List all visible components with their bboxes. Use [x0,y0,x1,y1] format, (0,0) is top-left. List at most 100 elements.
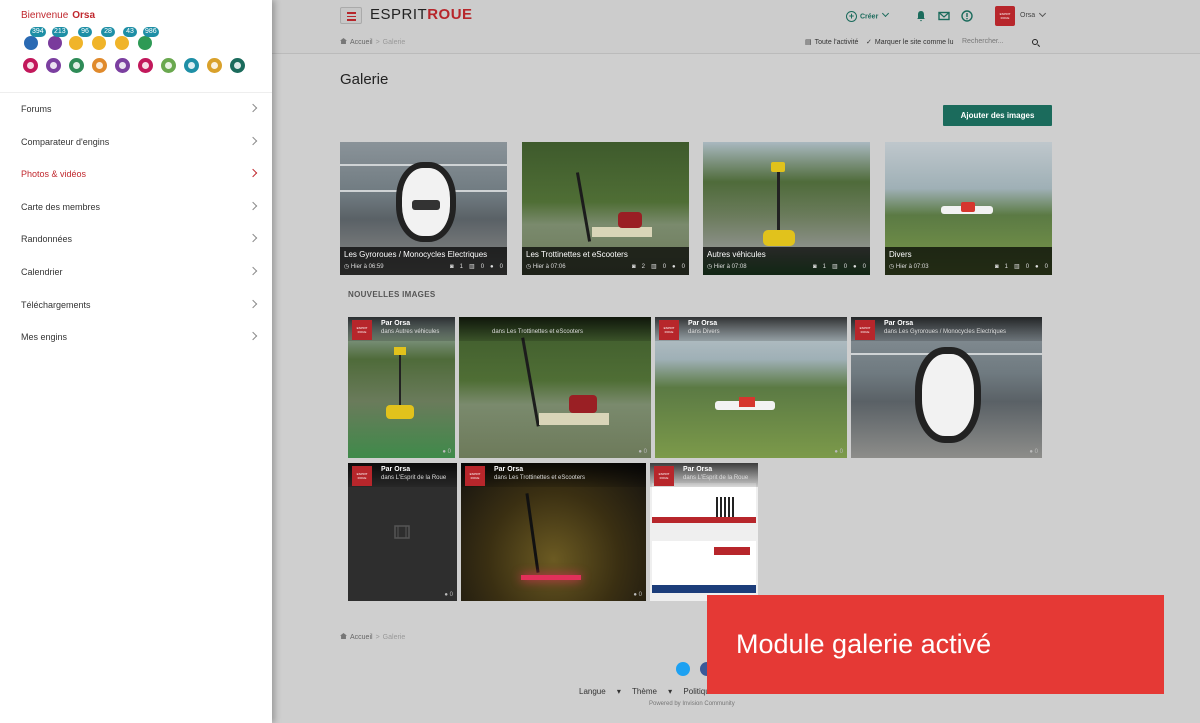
author-avatar[interactable]: ESPRIT ROUE [654,466,674,486]
image-tile[interactable]: dans Les Trottinettes et eScooters ● 0 [459,317,651,458]
menu-item-randonnees[interactable]: Randonnées [0,223,272,256]
menu-item-calendrier[interactable]: Calendrier [0,256,272,289]
language-menu[interactable]: Langue ▾ [579,687,621,696]
author-avatar[interactable]: ESPRIT ROUE [855,320,875,340]
heart-reaction-icon[interactable] [24,36,38,50]
confused-reaction-icon[interactable] [115,36,129,50]
tile-comment-count: ● 0 [1029,449,1038,455]
tile-author[interactable]: Par Orsa [683,466,712,473]
tile-album[interactable]: dans Les Trottinettes et eScooters [492,329,583,335]
author-avatar[interactable]: ESPRIT ROUE [465,466,485,486]
welcome-username[interactable]: Orsa [72,10,95,21]
wow-reaction-icon[interactable] [92,36,106,50]
video-film-icon [394,525,410,539]
mark-site-read-link[interactable]: ✓ Marquer le site comme lu [866,38,953,46]
page-title: Galerie [340,71,389,88]
tile-header: dans Les Trottinettes et eScooters [459,317,651,341]
album-stats: ◙ 1 ▥ 0 ● 0 [995,264,1048,270]
badge-ring-icon[interactable] [115,58,130,73]
album-title[interactable]: Divers [889,250,912,259]
chevron-down-icon[interactable] [1038,9,1047,18]
create-button[interactable]: + Créer [846,10,890,22]
album-icon: ▥ [1014,264,1020,270]
album-card[interactable]: Les Gyroroues / Monocycles Electriques ◷… [340,142,507,275]
breadcrumb-home-link[interactable]: Accueil [350,39,373,46]
reaction-count: 96 [78,27,92,37]
tile-album[interactable]: dans L'Esprit de la Roue [683,475,748,481]
author-avatar[interactable]: ESPRIT ROUE [659,320,679,340]
badge-upload-icon[interactable] [161,58,176,73]
breadcrumb: Accueil > Galerie [340,38,405,46]
thumbs-up-reaction-icon[interactable] [138,36,152,50]
twitter-icon[interactable] [676,662,690,676]
search-icon[interactable] [1032,39,1038,45]
image-tile[interactable]: ESPRIT ROUE Par Orsa dans Les Trottinett… [461,463,646,601]
tile-header: ESPRIT ROUE Par Orsa dans Autres véhicul… [348,317,455,341]
menu-item-label: Photos & vidéos [21,169,87,180]
image-tile[interactable]: ESPRIT ROUE Par Orsa dans Autres véhicul… [348,317,455,458]
album-stats: ◙ 1 ▥ 0 ● 0 [813,264,866,270]
user-menu-name[interactable]: Orsa [1020,12,1035,19]
welcome-text: Bienvenue Orsa [21,10,96,21]
search-input[interactable]: Rechercher... [962,34,1042,50]
album-card[interactable]: Divers ◷ Hier à 07:03 ◙ 1 ▥ 0 ● 0 [885,142,1052,275]
tile-album[interactable]: dans Autres véhicules [381,329,439,335]
tile-author[interactable]: Par Orsa [884,320,913,327]
image-tile[interactable]: ESPRIT ROUE Par Orsa dans Divers ● 0 [655,317,847,458]
album-caption: Les Trottinettes et eScooters ◷ Hier à 0… [522,247,689,275]
envelope-icon[interactable] [938,10,950,22]
tile-author[interactable]: Par Orsa [381,466,410,473]
image-tile[interactable]: ESPRIT ROUE Par Orsa dans Les Gyroroues … [851,317,1042,458]
chevron-right-icon [248,103,258,113]
badge-gift-icon[interactable] [207,58,222,73]
theme-menu[interactable]: Thème ▾ [632,687,672,696]
album-title[interactable]: Les Trottinettes et eScooters [526,250,628,259]
add-images-button[interactable]: Ajouter des images [943,105,1052,126]
menu-item-photos-videos[interactable]: Photos & vidéos [0,158,272,191]
menu-item-forums[interactable]: Forums [0,93,272,126]
album-title[interactable]: Autres véhicules [707,250,766,259]
menu-item-comparateur[interactable]: Comparateur d'engins [0,126,272,159]
badge-star-icon[interactable] [46,58,61,73]
badge-heart-icon[interactable] [23,58,38,73]
image-tile[interactable]: ESPRIT ROUE Par Orsa dans L'Esprit de la… [650,463,758,601]
reaction-count: 394 [30,27,46,37]
tile-album[interactable]: dans L'Esprit de la Roue [381,475,446,481]
tile-album[interactable]: dans Divers [688,329,720,335]
trophy-reaction-icon[interactable] [48,36,62,50]
all-activity-link[interactable]: ▤ Toute l'activité [805,38,858,46]
tile-author[interactable]: Par Orsa [688,320,717,327]
badge-person-icon[interactable] [92,58,107,73]
camera-icon: ◙ [632,264,636,270]
reaction-count: 986 [143,27,159,37]
album-title[interactable]: Les Gyroroues / Monocycles Electriques [344,250,487,259]
tile-author[interactable]: Par Orsa [381,320,410,327]
menu-item-telechargements[interactable]: Téléchargements [0,289,272,322]
tile-album[interactable]: dans Les Gyroroues / Monocycles Electriq… [884,329,1006,335]
alert-circle-icon[interactable] [961,10,973,22]
tile-author[interactable]: Par Orsa [494,466,523,473]
comment-icon: ● [853,264,857,270]
album-card[interactable]: Les Trottinettes et eScooters ◷ Hier à 0… [522,142,689,275]
hamburger-menu-button[interactable] [340,7,362,24]
camera-icon: ◙ [450,264,454,270]
author-avatar[interactable]: ESPRIT ROUE [352,320,372,340]
bell-icon[interactable] [915,10,927,22]
badge-chat-icon[interactable] [138,58,153,73]
badge-list-icon[interactable] [184,58,199,73]
image-tile[interactable]: ESPRIT ROUE Par Orsa dans L'Esprit de la… [348,463,457,601]
album-card[interactable]: Autres véhicules ◷ Hier à 07:08 ◙ 1 ▥ 0 ● 0 [703,142,870,275]
laugh-reaction-icon[interactable] [69,36,83,50]
badge-share-icon[interactable] [69,58,84,73]
site-logo[interactable]: ESPRITROUE [370,6,473,23]
breadcrumb-home-link[interactable]: Accueil [350,634,373,641]
menu-item-carte-membres[interactable]: Carte des membres [0,191,272,224]
chevron-right-icon [248,234,258,243]
user-avatar[interactable]: ESPRIT ROUE [995,6,1015,26]
album-icon: ▥ [651,264,657,270]
badge-check-icon[interactable] [230,58,245,73]
author-avatar[interactable]: ESPRIT ROUE [352,466,372,486]
tile-header: ESPRIT ROUE Par Orsa dans Les Trottinett… [461,463,646,487]
tile-album[interactable]: dans Les Trottinettes et eScooters [494,475,585,481]
menu-item-mes-engins[interactable]: Mes engins [0,321,272,354]
